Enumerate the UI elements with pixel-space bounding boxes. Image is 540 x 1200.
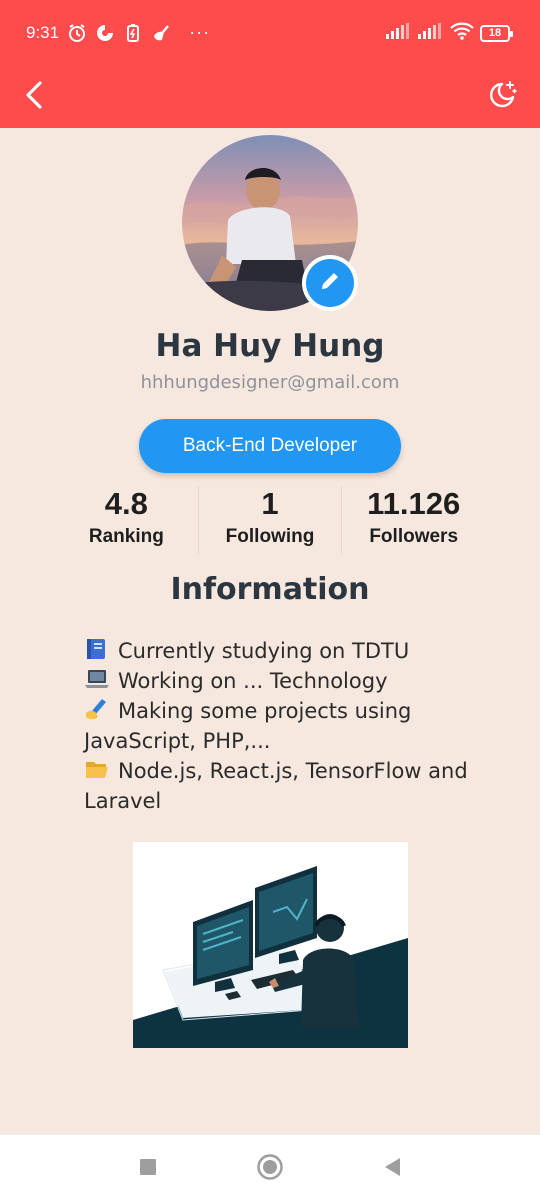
info-text: Working on ... Technology xyxy=(118,669,388,693)
info-item: Currently studying on TDTU xyxy=(84,636,504,666)
more-notifications-indicator: ··· xyxy=(189,22,211,42)
back-button[interactable] xyxy=(14,72,54,122)
status-bar: 9:31 ··· 18 xyxy=(0,0,540,64)
battery-icon: 18 xyxy=(480,24,513,42)
role-button[interactable]: Back-End Developer xyxy=(139,419,401,473)
stat-label: Following xyxy=(225,526,315,547)
profile-avatar-container xyxy=(182,135,358,311)
open-folder-icon xyxy=(84,757,110,779)
signal-icon xyxy=(386,23,412,43)
stat-label: Ranking xyxy=(88,526,164,547)
status-left: 9:31 ··· xyxy=(26,22,210,43)
signal-icon xyxy=(418,23,444,43)
status-time: 9:31 xyxy=(26,22,60,42)
dark-mode-toggle[interactable] xyxy=(480,72,524,122)
info-item: Node.js, React.js, TensorFlow and Larave… xyxy=(84,756,504,816)
laptop-icon xyxy=(84,667,110,689)
developer-illustration xyxy=(133,842,408,1048)
information-list: Currently studying on TDTU Working on ..… xyxy=(84,636,504,816)
info-item: Making some projects using JavaScript, P… xyxy=(84,696,504,756)
stat-following[interactable]: 1 Following xyxy=(197,486,342,554)
stat-value: 4.8 xyxy=(104,486,148,521)
home-icon xyxy=(256,1153,284,1185)
home-button[interactable] xyxy=(256,1153,284,1185)
battery-saver-icon xyxy=(123,23,143,43)
chevron-left-icon xyxy=(23,80,45,114)
stat-value: 1 xyxy=(261,486,279,521)
system-nav-bar xyxy=(0,1134,540,1200)
edit-avatar-button[interactable] xyxy=(302,255,358,311)
stat-label: Followers xyxy=(369,526,459,547)
data-saver-icon xyxy=(95,23,115,43)
blue-book-icon xyxy=(84,637,110,659)
wifi-icon xyxy=(450,22,474,44)
app-bar xyxy=(0,64,540,128)
information-title: Information xyxy=(170,572,370,607)
profile-name: Ha Huy Hung xyxy=(155,328,385,364)
app-header: 9:31 ··· 18 xyxy=(0,0,540,128)
back-triangle-icon xyxy=(381,1156,403,1182)
edit-avatar-badge xyxy=(306,259,354,307)
cleaner-icon xyxy=(151,23,171,43)
profile-stats: 4.8 Ranking 1 Following 11.126 Followers xyxy=(55,486,485,554)
writing-hand-icon xyxy=(84,697,110,720)
info-text: Node.js, React.js, TensorFlow and Larave… xyxy=(84,759,468,813)
recent-apps-button[interactable] xyxy=(134,1155,162,1183)
battery-level: 18 xyxy=(488,27,502,39)
nav-back-button[interactable] xyxy=(378,1155,406,1183)
stat-ranking[interactable]: 4.8 Ranking xyxy=(55,486,198,554)
stat-followers[interactable]: 11.126 Followers xyxy=(341,486,485,554)
night-mode-icon xyxy=(486,79,518,115)
info-text: Currently studying on TDTU xyxy=(118,639,410,663)
status-right: 18 xyxy=(386,22,513,44)
recent-apps-icon xyxy=(138,1157,158,1181)
alarm-icon xyxy=(67,23,87,43)
pencil-icon xyxy=(319,270,341,296)
stat-value: 11.126 xyxy=(367,486,461,521)
info-text: Making some projects using JavaScript, P… xyxy=(84,699,412,753)
info-item: Working on ... Technology xyxy=(84,666,504,696)
profile-email: hhhungdesigner@gmail.com xyxy=(140,372,400,393)
